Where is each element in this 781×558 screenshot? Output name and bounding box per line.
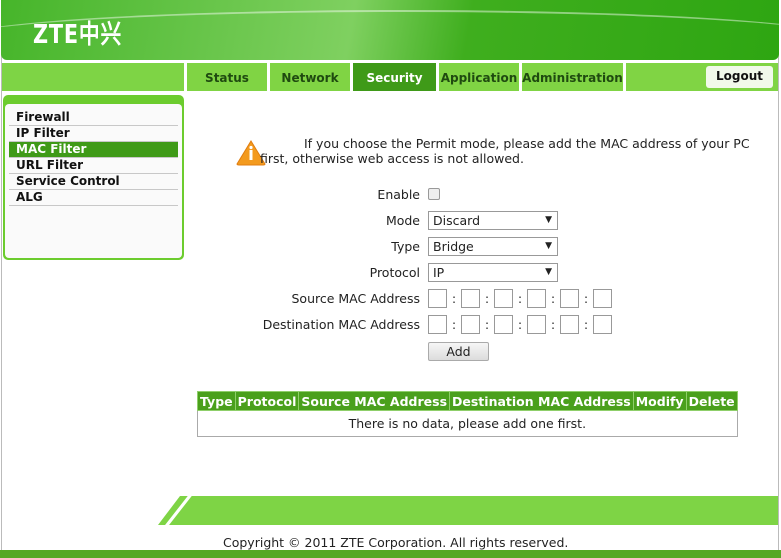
tab-application[interactable]: Application [436,63,519,91]
mac-octet-input[interactable] [428,315,447,334]
header-banner: ZTE中兴 [1,0,779,60]
mac-octet-input[interactable] [428,289,447,308]
notice-text: If you choose the Permit mode, please ad… [260,136,750,166]
mode-label: Mode [385,213,420,228]
sidebar: Firewall IP Filter MAC Filter URL Filter… [3,95,184,260]
type-value: Bridge [433,239,474,254]
column-header: Type [197,391,236,411]
protocol-row: Protocol IP ▼ [200,263,760,283]
destination-mac-row: Destination MAC Address : : : : : [200,315,760,335]
sidebar-item-firewall[interactable]: Firewall [9,110,178,126]
protocol-value: IP [433,265,445,280]
sidebar-item-service-control[interactable]: Service Control [9,174,178,190]
table-row: There is no data, please add one first. [197,410,738,437]
mac-octet-input[interactable] [494,315,513,334]
mac-octet-input[interactable] [593,289,612,308]
enable-row: Enable [200,185,760,205]
add-button[interactable]: Add [428,342,489,361]
mac-octet-input[interactable] [560,315,579,334]
source-mac-input: : : : : : [428,289,612,308]
protocol-label: Protocol [369,265,420,280]
mode-row: Mode Discard ▼ [200,211,760,231]
mode-select[interactable]: Discard ▼ [428,211,558,230]
dropdown-arrow-icon: ▼ [545,267,552,277]
column-header: Source MAC Address [298,391,451,411]
mac-octet-input[interactable] [461,289,480,308]
source-mac-row: Source MAC Address : : : : : [200,289,760,309]
copyright-text: Copyright © 2011 ZTE Corporation. All ri… [223,535,569,550]
destination-mac-input: : : : : : [428,315,612,334]
mode-value: Discard [433,213,480,228]
top-nav: Status Network Security Application Admi… [2,63,778,91]
mac-separator: : [583,317,589,332]
mac-octet-input[interactable] [494,289,513,308]
mac-separator: : [550,317,556,332]
mac-separator: : [517,317,523,332]
column-header: Delete [685,391,738,411]
mac-separator: : [583,291,589,306]
mac-separator: : [484,317,490,332]
protocol-select[interactable]: IP ▼ [428,263,558,282]
mac-octet-input[interactable] [527,315,546,334]
sidebar-item-mac-filter[interactable]: MAC Filter [9,142,178,158]
mac-octet-input[interactable] [560,289,579,308]
bottom-bar [0,550,781,558]
tab-administration[interactable]: Administration [519,63,623,91]
sidebar-item-ip-filter[interactable]: IP Filter [9,126,178,142]
type-label: Type [391,239,420,254]
mac-octet-input[interactable] [527,289,546,308]
destination-mac-label: Destination MAC Address [262,317,420,332]
mac-separator: : [451,291,457,306]
mac-separator: : [451,317,457,332]
footer-band [158,496,778,525]
mac-separator: : [550,291,556,306]
tab-security[interactable]: Security [350,63,436,91]
logout-button[interactable]: Logout [706,66,773,88]
mac-separator: : [484,291,490,306]
mac-octet-input[interactable] [461,315,480,334]
mac-octet-input[interactable] [593,315,612,334]
dropdown-arrow-icon: ▼ [545,215,552,225]
column-header: Destination MAC Address [449,391,634,411]
column-header: Protocol [234,391,300,411]
enable-checkbox[interactable] [428,188,440,200]
type-row: Type Bridge ▼ [200,237,760,257]
sidebar-item-url-filter[interactable]: URL Filter [9,158,178,174]
column-header: Modify [632,391,687,411]
sidebar-item-alg[interactable]: ALG [9,190,178,206]
tab-status[interactable]: Status [184,63,267,91]
zte-logo: ZTE中兴 [33,20,123,50]
enable-label: Enable [377,187,420,202]
mac-separator: : [517,291,523,306]
mac-filter-table: Type Protocol Source MAC Address Destina… [197,391,738,437]
tab-network[interactable]: Network [267,63,350,91]
table-header-row: Type Protocol Source MAC Address Destina… [197,391,738,411]
type-select[interactable]: Bridge ▼ [428,237,558,256]
dropdown-arrow-icon: ▼ [545,241,552,251]
empty-table-message: There is no data, please add one first. [197,410,738,437]
source-mac-label: Source MAC Address [291,291,420,306]
